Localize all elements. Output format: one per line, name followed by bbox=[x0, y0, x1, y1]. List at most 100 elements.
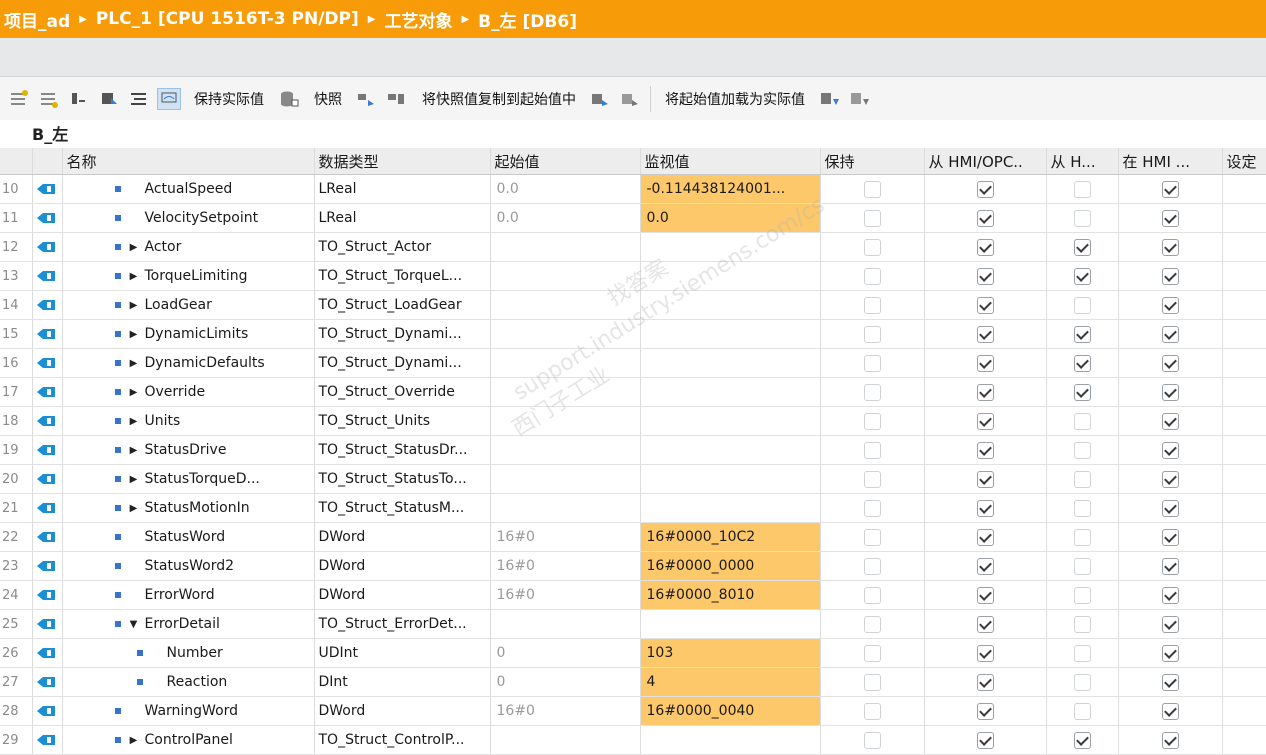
retain-checkbox[interactable] bbox=[863, 267, 881, 285]
accessible-from-hmi-checkbox[interactable] bbox=[976, 441, 994, 459]
visible-in-hmi-cell[interactable] bbox=[1118, 348, 1223, 378]
visible-in-hmi-cell[interactable] bbox=[1118, 377, 1223, 407]
retain-checkbox[interactable] bbox=[863, 412, 881, 430]
writable-from-hmi-checkbox[interactable] bbox=[1073, 296, 1091, 314]
monitor-value-cell[interactable] bbox=[640, 464, 821, 494]
accessible-from-hmi-cell[interactable] bbox=[924, 464, 1047, 494]
monitor-value-cell[interactable] bbox=[640, 290, 821, 320]
monitor-value-cell[interactable]: 103 bbox=[640, 638, 821, 668]
writable-from-hmi-cell[interactable] bbox=[1046, 174, 1119, 204]
writable-from-hmi-checkbox[interactable] bbox=[1073, 383, 1091, 401]
retain-checkbox[interactable] bbox=[863, 586, 881, 604]
writable-from-hmi-cell[interactable] bbox=[1046, 696, 1119, 726]
name-cell[interactable]: WarningWord bbox=[62, 696, 315, 726]
retain-cell[interactable] bbox=[820, 696, 925, 726]
name-cell[interactable]: ▶ StatusMotionIn bbox=[62, 493, 315, 523]
breadcrumb-db[interactable]: B_左 [DB6] bbox=[478, 7, 577, 32]
setpoint-cell[interactable] bbox=[1222, 203, 1266, 233]
writable-from-hmi-checkbox[interactable] bbox=[1073, 412, 1091, 430]
setpoint-cell[interactable] bbox=[1222, 348, 1266, 378]
visible-in-hmi-cell[interactable] bbox=[1118, 290, 1223, 320]
table-row[interactable]: 28 WarningWord DWord 16#0 16#0000_0040 bbox=[0, 696, 1266, 726]
name-cell[interactable]: ▶ LoadGear bbox=[62, 290, 315, 320]
accessible-from-hmi-checkbox[interactable] bbox=[976, 673, 994, 691]
monitor-value-cell[interactable] bbox=[640, 348, 821, 378]
visible-in-hmi-cell[interactable] bbox=[1118, 406, 1223, 436]
monitor-value-cell[interactable] bbox=[640, 232, 821, 262]
table-row[interactable]: 22 StatusWord DWord 16#0 16#0000_10C2 bbox=[0, 522, 1266, 552]
start-value-cell[interactable]: 16#0 bbox=[490, 696, 641, 726]
start-value-cell[interactable] bbox=[490, 290, 641, 320]
database-icon[interactable] bbox=[277, 88, 301, 110]
load-actual-all-icon[interactable] bbox=[848, 88, 872, 110]
table-row[interactable]: 17 ▶ Override TO_Struct_Override bbox=[0, 377, 1266, 407]
header-retain[interactable]: 保持 bbox=[820, 148, 925, 175]
table-row[interactable]: 20 ▶ StatusTorqueD... TO_Struct_StatusTo... bbox=[0, 464, 1266, 494]
writable-from-hmi-checkbox[interactable] bbox=[1073, 354, 1091, 372]
data-type-cell[interactable]: TO_Struct_StatusDr... bbox=[314, 435, 491, 465]
data-type-cell[interactable]: DWord bbox=[314, 580, 491, 610]
visible-in-hmi-checkbox[interactable] bbox=[1161, 412, 1179, 430]
retain-checkbox[interactable] bbox=[863, 238, 881, 256]
monitor-value-cell[interactable] bbox=[640, 319, 821, 349]
visible-in-hmi-checkbox[interactable] bbox=[1161, 731, 1179, 749]
expand-arrow-icon[interactable]: ▶ bbox=[127, 474, 141, 485]
data-type-cell[interactable]: TO_Struct_Actor bbox=[314, 232, 491, 262]
visible-in-hmi-checkbox[interactable] bbox=[1161, 644, 1179, 662]
table-row[interactable]: 26 Number UDInt 0 103 bbox=[0, 638, 1266, 668]
setpoint-cell[interactable] bbox=[1222, 464, 1266, 494]
name-cell[interactable]: ▶ TorqueLimiting bbox=[62, 261, 315, 291]
retain-checkbox[interactable] bbox=[863, 209, 881, 227]
writable-from-hmi-checkbox[interactable] bbox=[1073, 557, 1091, 575]
writable-from-hmi-checkbox[interactable] bbox=[1073, 325, 1091, 343]
visible-in-hmi-cell[interactable] bbox=[1118, 435, 1223, 465]
retain-checkbox[interactable] bbox=[863, 354, 881, 372]
accessible-from-hmi-checkbox[interactable] bbox=[976, 528, 994, 546]
data-type-cell[interactable]: TO_Struct_Override bbox=[314, 377, 491, 407]
start-value-cell[interactable]: 16#0 bbox=[490, 551, 641, 581]
expand-arrow-icon[interactable]: ▶ bbox=[127, 416, 141, 427]
retain-checkbox[interactable] bbox=[863, 499, 881, 517]
retain-checkbox[interactable] bbox=[863, 702, 881, 720]
accessible-from-hmi-checkbox[interactable] bbox=[976, 499, 994, 517]
visible-in-hmi-cell[interactable] bbox=[1118, 464, 1223, 494]
writable-from-hmi-cell[interactable] bbox=[1046, 522, 1119, 552]
list-view-icon[interactable] bbox=[127, 88, 151, 110]
visible-in-hmi-checkbox[interactable] bbox=[1161, 615, 1179, 633]
setpoint-cell[interactable] bbox=[1222, 493, 1266, 523]
retain-cell[interactable] bbox=[820, 493, 925, 523]
snapshot-button[interactable]: 快照 bbox=[314, 89, 342, 109]
table-row[interactable]: 29 ▶ ControlPanel TO_Struct_ControlP... bbox=[0, 725, 1266, 755]
accessible-from-hmi-cell[interactable] bbox=[924, 174, 1047, 204]
writable-from-hmi-checkbox[interactable] bbox=[1073, 238, 1091, 256]
writable-from-hmi-checkbox[interactable] bbox=[1073, 499, 1091, 517]
retain-cell[interactable] bbox=[820, 261, 925, 291]
accessible-from-hmi-cell[interactable] bbox=[924, 435, 1047, 465]
accessible-from-hmi-cell[interactable] bbox=[924, 290, 1047, 320]
visible-in-hmi-cell[interactable] bbox=[1118, 638, 1223, 668]
monitor-value-cell[interactable]: 0.0 bbox=[640, 203, 821, 233]
table-row[interactable]: 12 ▶ Actor TO_Struct_Actor bbox=[0, 232, 1266, 262]
table-row[interactable]: 14 ▶ LoadGear TO_Struct_LoadGear bbox=[0, 290, 1266, 320]
retain-cell[interactable] bbox=[820, 406, 925, 436]
load-start-as-actual-button[interactable]: 将起始值加载为实际值 bbox=[665, 89, 805, 109]
visible-in-hmi-cell[interactable] bbox=[1118, 203, 1223, 233]
header-from-h[interactable]: 从 H... bbox=[1046, 148, 1119, 175]
setpoint-cell[interactable] bbox=[1222, 551, 1266, 581]
visible-in-hmi-checkbox[interactable] bbox=[1161, 180, 1179, 198]
visible-in-hmi-checkbox[interactable] bbox=[1161, 702, 1179, 720]
setpoint-cell[interactable] bbox=[1222, 174, 1266, 204]
start-value-cell[interactable] bbox=[490, 435, 641, 465]
monitor-value-cell[interactable] bbox=[640, 493, 821, 523]
name-cell[interactable]: ▶ StatusDrive bbox=[62, 435, 315, 465]
writable-from-hmi-checkbox[interactable] bbox=[1073, 180, 1091, 198]
table-row[interactable]: 25 ▼ ErrorDetail TO_Struct_ErrorDet... bbox=[0, 609, 1266, 639]
name-cell[interactable]: ▼ ErrorDetail bbox=[62, 609, 315, 639]
table-row[interactable]: 11 VelocitySetpoint LReal 0.0 0.0 bbox=[0, 203, 1266, 233]
setpoint-cell[interactable] bbox=[1222, 580, 1266, 610]
load-actual-icon[interactable] bbox=[818, 88, 842, 110]
monitor-value-cell[interactable]: 16#0000_10C2 bbox=[640, 522, 821, 552]
writable-from-hmi-cell[interactable] bbox=[1046, 203, 1119, 233]
table-row[interactable]: 23 StatusWord2 DWord 16#0 16#0000_0000 bbox=[0, 551, 1266, 581]
setpoint-cell[interactable] bbox=[1222, 638, 1266, 668]
